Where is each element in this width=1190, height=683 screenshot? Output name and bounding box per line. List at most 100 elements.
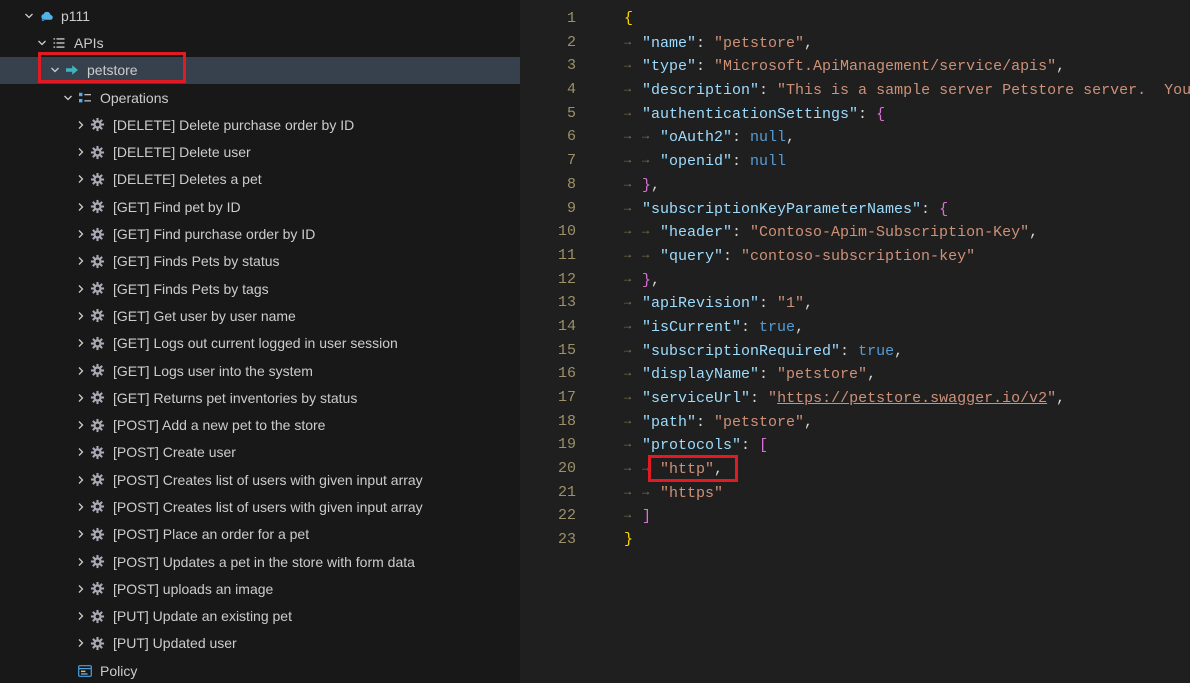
line-number[interactable]: 10 — [520, 220, 576, 244]
code-line-5[interactable]: 5→"authenticationSettings": { — [520, 102, 1190, 126]
line-number[interactable]: 4 — [520, 78, 576, 102]
code-line-21[interactable]: 21→→"https" — [520, 481, 1190, 505]
code-line-22[interactable]: 22→] — [520, 504, 1190, 528]
tree-item-put-update-an-existing-pet[interactable]: [PUT] Update an existing pet — [0, 603, 520, 630]
line-number[interactable]: 15 — [520, 339, 576, 363]
tree-item-get-find-pet-by-id[interactable]: [GET] Find pet by ID — [0, 193, 520, 220]
code-line-12[interactable]: 12→}, — [520, 268, 1190, 292]
line-number[interactable]: 22 — [520, 504, 576, 528]
tree-item-get-get-user-by-user-name[interactable]: [GET] Get user by user name — [0, 302, 520, 329]
code-line-3[interactable]: 3→"type": "Microsoft.ApiManagement/servi… — [520, 54, 1190, 78]
tree-item-delete-delete-user[interactable]: [DELETE] Delete user — [0, 138, 520, 165]
tree-item-label: [POST] Place an order for a pet — [112, 526, 309, 542]
tree-item-p111[interactable]: p111 — [0, 2, 520, 29]
code-line-2[interactable]: 2→"name": "petstore", — [520, 31, 1190, 55]
code-line-1[interactable]: 1{ — [520, 7, 1190, 31]
chevron-collapsed-icon[interactable] — [72, 226, 90, 242]
code-line-19[interactable]: 19→"protocols": [ — [520, 433, 1190, 457]
tree-item-policy[interactable]: Policy — [0, 657, 520, 683]
line-number[interactable]: 5 — [520, 102, 576, 126]
line-number[interactable]: 8 — [520, 173, 576, 197]
code-line-23[interactable]: 23} — [520, 528, 1190, 552]
tree-item-get-logs-out-current-logged-in-user-session[interactable]: [GET] Logs out current logged in user se… — [0, 330, 520, 357]
line-number[interactable]: 2 — [520, 31, 576, 55]
code-line-20[interactable]: 20→→"http", — [520, 457, 1190, 481]
chevron-collapsed-icon[interactable] — [72, 363, 90, 379]
code-line-16[interactable]: 16→"displayName": "petstore", — [520, 362, 1190, 386]
line-number[interactable]: 20 — [520, 457, 576, 481]
line-number[interactable]: 1 — [520, 7, 576, 31]
chevron-collapsed-icon[interactable] — [72, 417, 90, 433]
code-line-15[interactable]: 15→"subscriptionRequired": true, — [520, 339, 1190, 363]
url-link[interactable]: https://petstore.swagger.io/v2 — [777, 390, 1047, 407]
policy-icon — [77, 663, 99, 679]
code-line-10[interactable]: 10→→"header": "Contoso-Apim-Subscription… — [520, 220, 1190, 244]
chevron-collapsed-icon[interactable] — [72, 117, 90, 133]
chevron-expanded-icon[interactable] — [46, 62, 64, 78]
line-number[interactable]: 16 — [520, 362, 576, 386]
line-number[interactable]: 3 — [520, 54, 576, 78]
line-number[interactable]: 12 — [520, 268, 576, 292]
code-line-18[interactable]: 18→"path": "petstore", — [520, 410, 1190, 434]
line-number[interactable]: 13 — [520, 291, 576, 315]
code-line-4[interactable]: 4→"description": "This is a sample serve… — [520, 78, 1190, 102]
tree-item-post-creates-list-of-users-with-given-input-arra[interactable]: [POST] Creates list of users with given … — [0, 493, 520, 520]
code-line-17[interactable]: 17→"serviceUrl": "https://petstore.swagg… — [520, 386, 1190, 410]
chevron-collapsed-icon[interactable] — [72, 171, 90, 187]
chevron-expanded-icon[interactable] — [59, 90, 77, 106]
json-editor[interactable]: 1{2→"name": "petstore",3→"type": "Micros… — [520, 0, 1190, 683]
chevron-collapsed-icon[interactable] — [72, 499, 90, 515]
code-line-6[interactable]: 6→→"oAuth2": null, — [520, 125, 1190, 149]
line-number[interactable]: 6 — [520, 125, 576, 149]
chevron-collapsed-icon[interactable] — [72, 554, 90, 570]
operation-gear-icon — [90, 526, 112, 542]
chevron-expanded-icon[interactable] — [33, 35, 51, 51]
chevron-collapsed-icon[interactable] — [72, 608, 90, 624]
tree-item-post-updates-a-pet-in-the-store-with-form-data[interactable]: [POST] Updates a pet in the store with f… — [0, 548, 520, 575]
line-number[interactable]: 19 — [520, 433, 576, 457]
code-line-8[interactable]: 8→}, — [520, 173, 1190, 197]
chevron-collapsed-icon[interactable] — [72, 335, 90, 351]
code-line-13[interactable]: 13→"apiRevision": "1", — [520, 291, 1190, 315]
chevron-collapsed-icon[interactable] — [72, 526, 90, 542]
code-line-14[interactable]: 14→"isCurrent": true, — [520, 315, 1190, 339]
chevron-collapsed-icon[interactable] — [72, 144, 90, 160]
tree-item-post-creates-list-of-users-with-given-input-arra[interactable]: [POST] Creates list of users with given … — [0, 466, 520, 493]
chevron-collapsed-icon[interactable] — [72, 199, 90, 215]
line-number[interactable]: 23 — [520, 528, 576, 552]
line-number[interactable]: 17 — [520, 386, 576, 410]
tree-item-petstore[interactable]: petstore — [0, 57, 520, 84]
tree-item-post-place-an-order-for-a-pet[interactable]: [POST] Place an order for a pet — [0, 521, 520, 548]
tree-item-get-returns-pet-inventories-by-status[interactable]: [GET] Returns pet inventories by status — [0, 384, 520, 411]
tree-item-get-finds-pets-by-tags[interactable]: [GET] Finds Pets by tags — [0, 275, 520, 302]
line-number[interactable]: 7 — [520, 149, 576, 173]
code-line-9[interactable]: 9→"subscriptionKeyParameterNames": { — [520, 197, 1190, 221]
tree-item-post-create-user[interactable]: [POST] Create user — [0, 439, 520, 466]
code-line-7[interactable]: 7→→"openid": null — [520, 149, 1190, 173]
line-number[interactable]: 14 — [520, 315, 576, 339]
tree-item-get-finds-pets-by-status[interactable]: [GET] Finds Pets by status — [0, 248, 520, 275]
chevron-collapsed-icon[interactable] — [72, 444, 90, 460]
line-number[interactable]: 11 — [520, 244, 576, 268]
tree-item-get-logs-user-into-the-system[interactable]: [GET] Logs user into the system — [0, 357, 520, 384]
tree-item-operations[interactable]: Operations — [0, 84, 520, 111]
line-number[interactable]: 18 — [520, 410, 576, 434]
chevron-collapsed-icon[interactable] — [72, 281, 90, 297]
tree-item-delete-deletes-a-pet[interactable]: [DELETE] Deletes a pet — [0, 166, 520, 193]
chevron-collapsed-icon[interactable] — [72, 390, 90, 406]
chevron-collapsed-icon[interactable] — [72, 308, 90, 324]
tree-item-post-uploads-an-image[interactable]: [POST] uploads an image — [0, 575, 520, 602]
chevron-collapsed-icon[interactable] — [72, 581, 90, 597]
chevron-expanded-icon[interactable] — [20, 8, 38, 24]
tree-item-put-updated-user[interactable]: [PUT] Updated user — [0, 630, 520, 657]
line-number[interactable]: 9 — [520, 197, 576, 221]
chevron-collapsed-icon[interactable] — [72, 635, 90, 651]
tree-item-post-add-a-new-pet-to-the-store[interactable]: [POST] Add a new pet to the store — [0, 411, 520, 438]
tree-item-apis[interactable]: APIs — [0, 29, 520, 56]
chevron-collapsed-icon[interactable] — [72, 253, 90, 269]
chevron-collapsed-icon[interactable] — [72, 472, 90, 488]
line-number[interactable]: 21 — [520, 481, 576, 505]
tree-item-delete-delete-purchase-order-by-id[interactable]: [DELETE] Delete purchase order by ID — [0, 111, 520, 138]
tree-item-get-find-purchase-order-by-id[interactable]: [GET] Find purchase order by ID — [0, 220, 520, 247]
code-line-11[interactable]: 11→→"query": "contoso-subscription-key" — [520, 244, 1190, 268]
